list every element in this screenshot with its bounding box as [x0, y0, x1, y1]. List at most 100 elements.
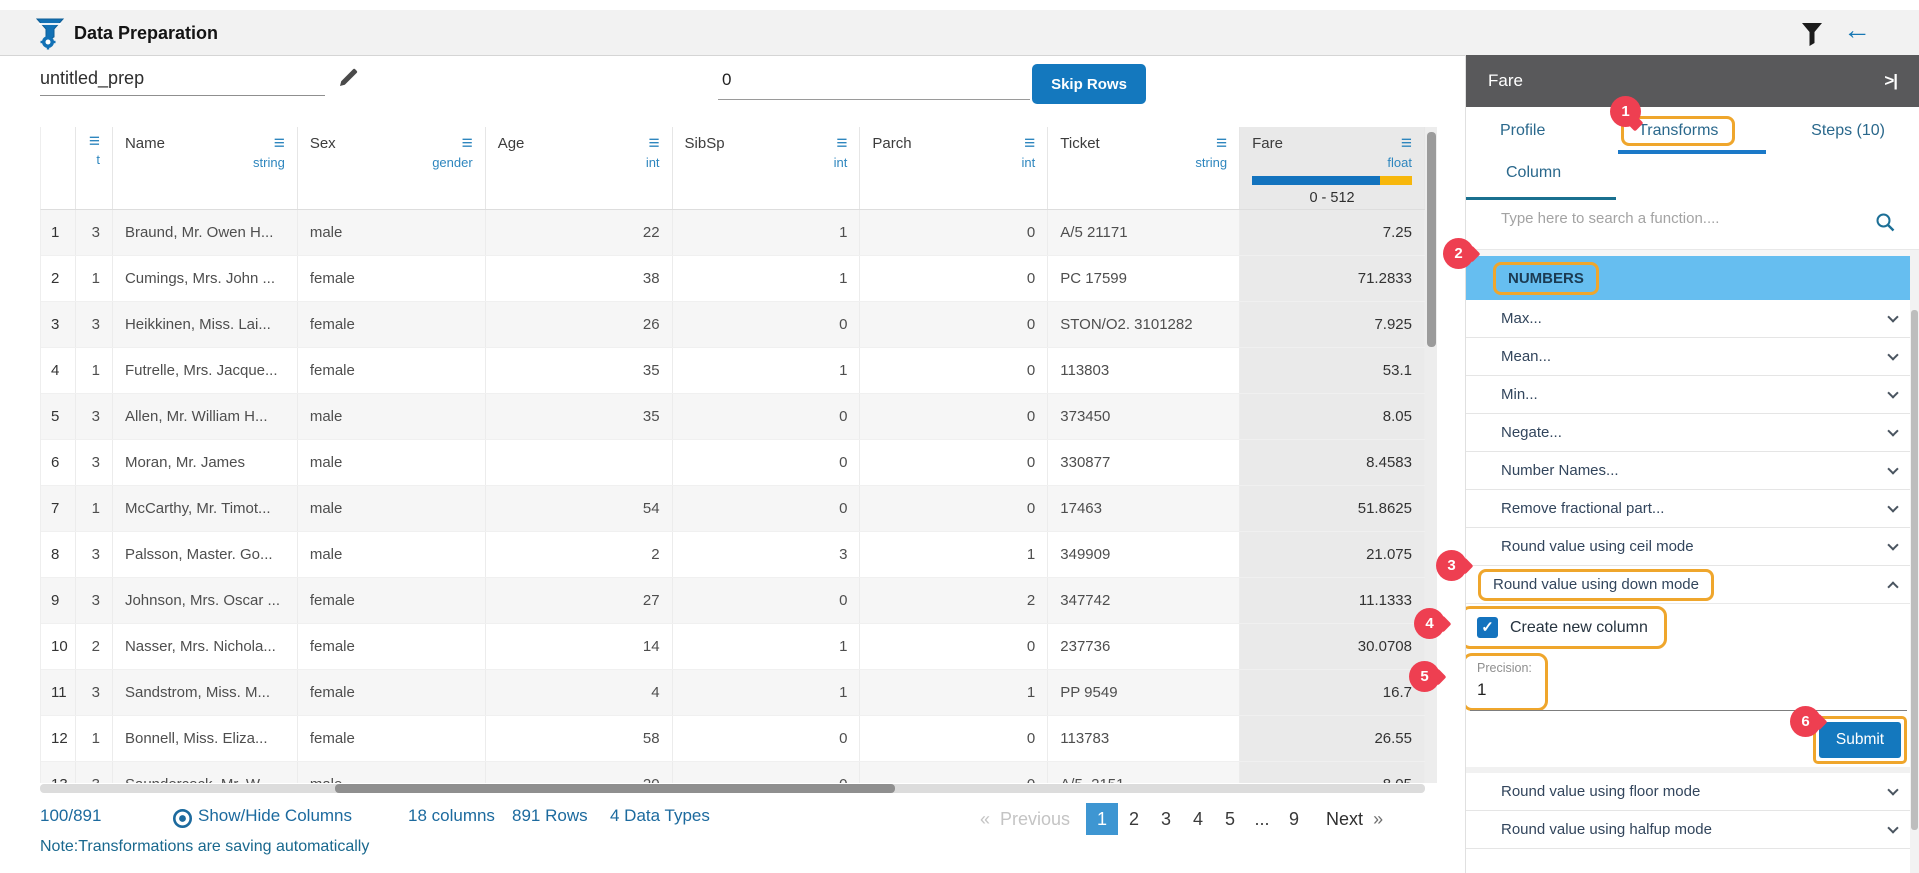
page-button-9[interactable]: 9	[1278, 803, 1310, 835]
page-button-5[interactable]: 5	[1214, 803, 1246, 835]
function-item[interactable]: Max...	[1466, 300, 1919, 338]
table-cell: 54	[486, 486, 673, 531]
previous-arrow-button[interactable]: «	[980, 809, 990, 830]
table-cell: 0	[860, 210, 1048, 255]
function-item[interactable]: Round value using floor mode	[1466, 773, 1919, 811]
function-item[interactable]: Number Names...	[1466, 452, 1919, 490]
precision-input[interactable]	[1477, 680, 1532, 700]
table-cell: 1	[76, 486, 113, 531]
filter-icon[interactable]	[1800, 21, 1824, 47]
table-cell: 1	[860, 670, 1048, 715]
column-header-sibsp[interactable]: SibSp≡int	[673, 127, 861, 209]
subtab-column[interactable]: Column	[1506, 164, 1561, 182]
column-header-fare[interactable]: Fare≡float0 - 512	[1240, 127, 1425, 209]
row-count-indicator: 100/891	[40, 806, 101, 826]
search-icon[interactable]	[1875, 212, 1895, 232]
next-button[interactable]: Next	[1326, 809, 1363, 830]
column-menu-icon[interactable]: ≡	[1401, 137, 1412, 151]
table-cell: 3	[673, 532, 861, 577]
function-search-input[interactable]	[1501, 210, 1871, 227]
function-item[interactable]: Mean...	[1466, 338, 1919, 376]
column-label: SibSp	[685, 135, 725, 152]
function-item[interactable]: Negate...	[1466, 414, 1919, 452]
panel-scrollbar-thumb[interactable]	[1911, 310, 1918, 830]
page-button-3[interactable]: 3	[1150, 803, 1182, 835]
table-cell: 8.4583	[1240, 440, 1425, 485]
submit-annotation-box: Submit	[1813, 716, 1907, 764]
table-cell: 14	[486, 624, 673, 669]
column-menu-icon[interactable]: ≡	[462, 137, 473, 151]
horizontal-scrollbar[interactable]	[40, 784, 1425, 793]
function-item[interactable]: Min...	[1466, 376, 1919, 414]
table-cell: 38	[486, 256, 673, 301]
function-label: Round value using floor mode	[1501, 783, 1700, 800]
table-cell: Cumings, Mrs. John ...	[113, 256, 298, 301]
table-cell: female	[298, 578, 486, 623]
table-cell: 113783	[1048, 716, 1240, 761]
show-hide-columns-icon[interactable]	[172, 808, 193, 829]
page-button-2[interactable]: 2	[1118, 803, 1150, 835]
table-cell: 0	[860, 762, 1048, 783]
function-item[interactable]: Remove fractional part...	[1466, 490, 1919, 528]
back-arrow-icon[interactable]: ←	[1843, 14, 1871, 46]
autosave-note: Note:Transformations are saving automati…	[40, 838, 369, 856]
column-header-clipped[interactable]: ≡t	[76, 127, 113, 209]
category-numbers[interactable]: NUMBERS	[1466, 256, 1919, 300]
column-label: Sex	[310, 135, 336, 152]
edit-pencil-icon[interactable]	[336, 66, 360, 90]
column-header-name[interactable]: Name≡string	[113, 127, 298, 209]
function-item-round-down-mode[interactable]: Round value using down mode	[1466, 566, 1919, 604]
page-button-1[interactable]: 1	[1086, 803, 1118, 835]
previous-button[interactable]: Previous	[1000, 809, 1070, 830]
table-cell: male	[298, 762, 486, 783]
table-cell: 1	[673, 624, 861, 669]
horizontal-scrollbar-thumb[interactable]	[335, 784, 895, 793]
page-button-4[interactable]: 4	[1182, 803, 1214, 835]
function-label: Negate...	[1501, 424, 1562, 441]
column-menu-icon[interactable]: ≡	[1216, 137, 1227, 151]
column-header-age[interactable]: Age≡int	[486, 127, 673, 209]
table-cell: 347742	[1048, 578, 1240, 623]
skip-rows-button[interactable]: Skip Rows	[1032, 64, 1146, 104]
column-menu-icon[interactable]: ≡	[836, 137, 847, 151]
table-cell	[486, 440, 673, 485]
table-cell: 330877	[1048, 440, 1240, 485]
column-menu-icon[interactable]: ≡	[1024, 137, 1035, 151]
tab-profile[interactable]: Profile	[1500, 122, 1545, 140]
next-arrow-button[interactable]: »	[1373, 809, 1383, 830]
column-menu-icon[interactable]: ≡	[274, 137, 285, 151]
column-header-ticket[interactable]: Ticket≡string	[1048, 127, 1240, 209]
table-cell: Bonnell, Miss. Eliza...	[113, 716, 298, 761]
show-hide-columns-link[interactable]: Show/Hide Columns	[198, 806, 352, 826]
table-cell: 12	[41, 716, 76, 761]
column-menu-icon[interactable]: ≡	[89, 135, 100, 149]
table-cell: 30.0708	[1240, 624, 1425, 669]
page-button-...[interactable]: ...	[1246, 803, 1278, 835]
table-cell: 0	[860, 716, 1048, 761]
table-cell: 237736	[1048, 624, 1240, 669]
skip-rows-input[interactable]	[718, 60, 1030, 100]
table-cell: 22	[486, 210, 673, 255]
panel-title: Fare	[1488, 71, 1523, 91]
table-row: 63Moran, Mr. Jamesmale003308778.4583	[41, 440, 1425, 486]
table-cell: 113803	[1048, 348, 1240, 393]
table-cell: male	[298, 440, 486, 485]
submit-button[interactable]: Submit	[1819, 722, 1901, 758]
collapse-panel-icon[interactable]: >|	[1884, 71, 1897, 91]
table-cell: 1	[673, 670, 861, 715]
column-header-parch[interactable]: Parch≡int	[860, 127, 1048, 209]
column-menu-icon[interactable]: ≡	[648, 137, 659, 151]
function-item[interactable]: Round value using ceil mode	[1466, 528, 1919, 566]
table-cell: 2	[860, 578, 1048, 623]
column-header-sex[interactable]: Sex≡gender	[298, 127, 486, 209]
function-item[interactable]: Round value using halfup mode	[1466, 811, 1919, 849]
table-cell: 9	[41, 578, 76, 623]
tab-steps[interactable]: Steps (10)	[1811, 122, 1885, 140]
table-cell: 16.7	[1240, 670, 1425, 715]
table-cell: 1	[673, 348, 861, 393]
vertical-scrollbar-thumb[interactable]	[1427, 132, 1436, 347]
prep-name-input[interactable]	[40, 62, 325, 96]
panel-scrollbar[interactable]	[1910, 250, 1919, 873]
table-row: 83Palsson, Master. Go...male23134990921.…	[41, 532, 1425, 578]
checkbox-checked-icon[interactable]: ✓	[1477, 617, 1498, 638]
